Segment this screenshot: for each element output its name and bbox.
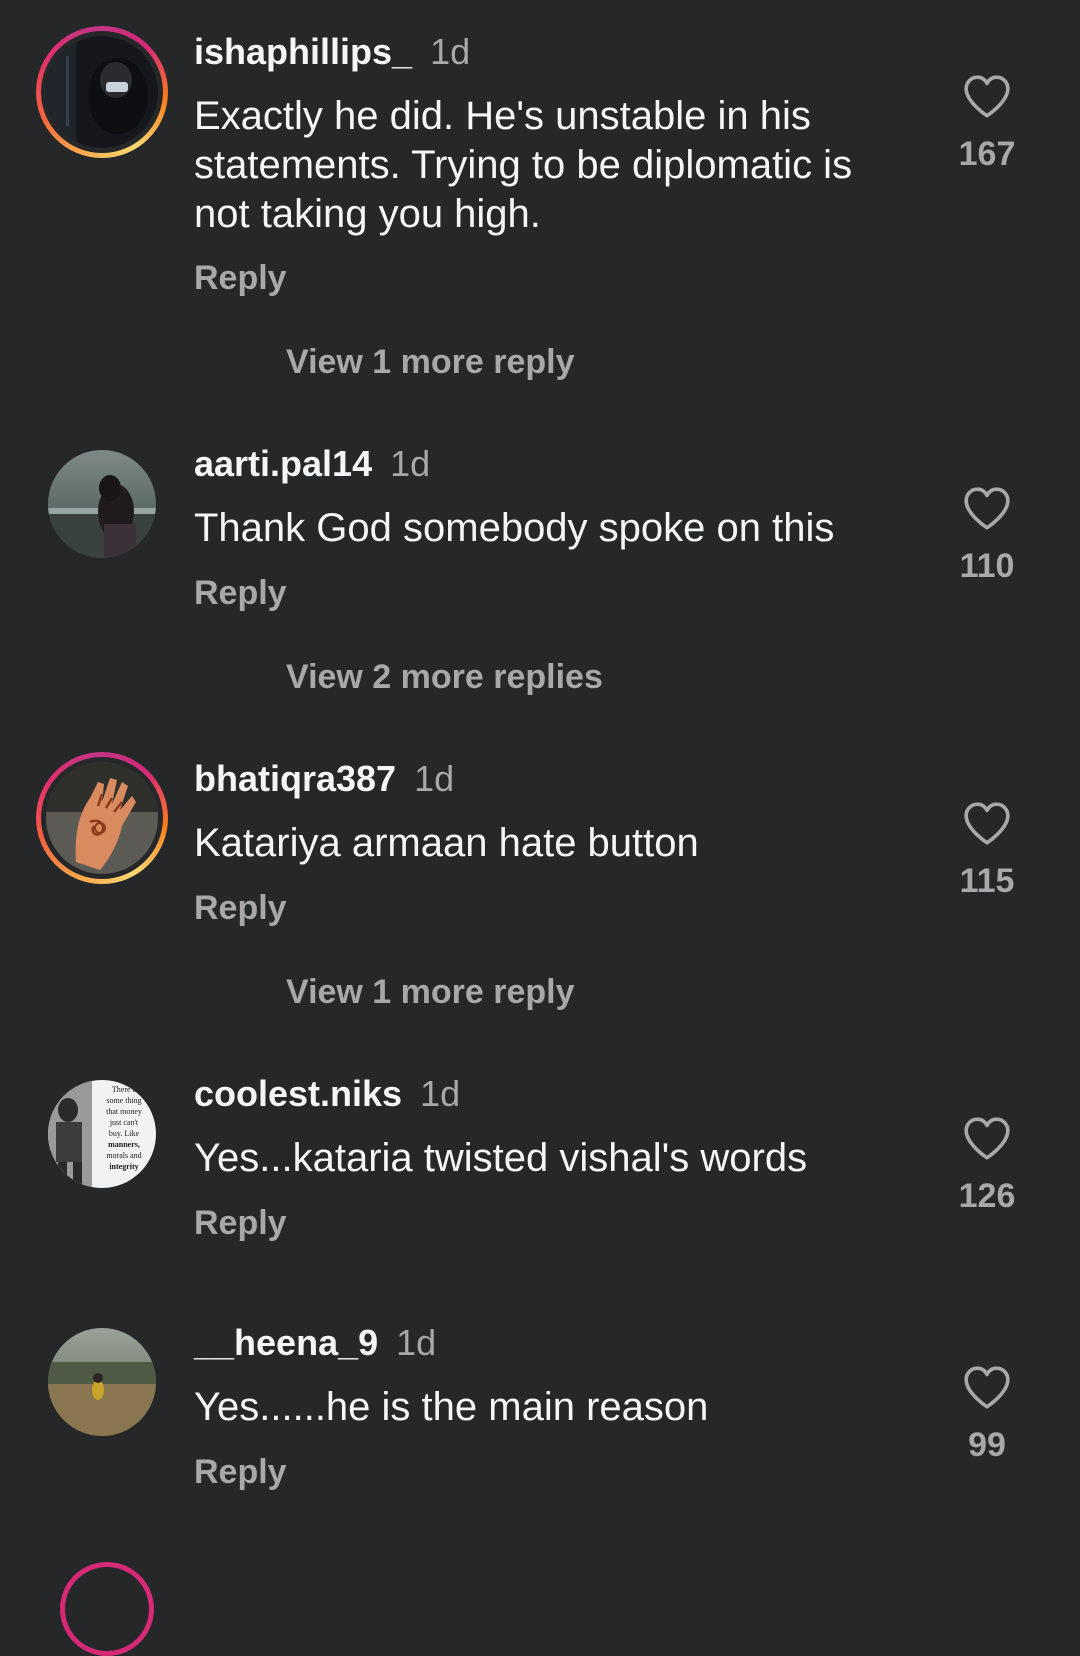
like-button[interactable]: 115 <box>948 801 1026 901</box>
reply-button[interactable]: Reply <box>194 1452 287 1492</box>
view-more-replies-button[interactable]: View 1 more reply <box>286 972 575 1012</box>
comment-header: __heena_9 1d <box>194 1321 436 1365</box>
avatar[interactable] <box>36 1316 168 1448</box>
heart-outline-icon <box>964 1117 1010 1160</box>
username[interactable]: ishaphillips_ <box>194 31 412 72</box>
next-comment-avatar[interactable] <box>60 1562 154 1656</box>
like-button[interactable]: 110 <box>948 486 1026 586</box>
comment-time: 1d <box>414 758 455 799</box>
comment-header: bhatiqra387 1d <box>194 757 454 801</box>
comment-time: 1d <box>390 443 431 484</box>
like-button[interactable]: 99 <box>948 1365 1026 1465</box>
comment-text: Yes...kataria twisted vishal's words <box>194 1136 808 1180</box>
comment-text: Katariya armaan hate button <box>194 821 699 865</box>
like-count: 99 <box>968 1426 1006 1464</box>
username[interactable]: __heena_9 <box>194 1322 378 1363</box>
reply-button[interactable]: Reply <box>194 258 287 298</box>
avatar-quote-line: There a <box>112 1085 137 1094</box>
heart-outline-icon <box>964 487 1010 530</box>
like-count: 110 <box>959 547 1015 585</box>
avatar-quote-line: just can't <box>109 1118 139 1127</box>
heart-outline-icon <box>964 75 1010 118</box>
heart-outline-icon <box>964 802 1010 845</box>
comment-time: 1d <box>420 1073 461 1114</box>
view-more-replies-button[interactable]: View 1 more reply <box>286 342 575 382</box>
avatar[interactable]: There a some thing that money just can't… <box>36 1068 168 1200</box>
view-more-replies-button[interactable]: View 2 more replies <box>286 657 603 697</box>
like-count: 115 <box>959 862 1015 900</box>
comment-header: coolest.niks 1d <box>194 1072 460 1116</box>
avatar-quote-line: that money <box>106 1107 142 1116</box>
reply-button[interactable]: Reply <box>194 573 287 613</box>
like-button[interactable]: 126 <box>948 1116 1026 1216</box>
username[interactable]: aarti.pal14 <box>194 443 372 484</box>
avatar-quote-line: some thing <box>106 1096 141 1105</box>
comment-header: ishaphillips_ 1d <box>194 30 470 74</box>
reply-button[interactable]: Reply <box>194 1203 287 1243</box>
avatar[interactable] <box>36 26 168 158</box>
avatar[interactable] <box>36 438 168 570</box>
comment-text: Exactly he did. He's unstable in his sta… <box>194 94 853 236</box>
avatar-quote-line: buy. Like <box>109 1129 140 1138</box>
heart-outline-icon <box>964 1366 1010 1409</box>
comment-time: 1d <box>430 31 471 72</box>
like-button[interactable]: 167 <box>948 74 1026 174</box>
comment-text: Thank God somebody spoke on this <box>194 506 835 550</box>
reply-button[interactable]: Reply <box>194 888 287 928</box>
comment-time: 1d <box>396 1322 437 1363</box>
avatar-quote-line: manners, <box>108 1140 140 1149</box>
username[interactable]: bhatiqra387 <box>194 758 396 799</box>
avatar-quote-line: integrity <box>109 1162 138 1171</box>
username[interactable]: coolest.niks <box>194 1073 402 1114</box>
like-count: 167 <box>958 135 1016 173</box>
comment-header: aarti.pal14 1d <box>194 442 430 486</box>
avatar-quote-line: morals and <box>106 1151 141 1160</box>
like-count: 126 <box>958 1177 1016 1215</box>
comment-text: Yes......he is the main reason <box>194 1385 709 1429</box>
avatar[interactable] <box>36 752 168 884</box>
